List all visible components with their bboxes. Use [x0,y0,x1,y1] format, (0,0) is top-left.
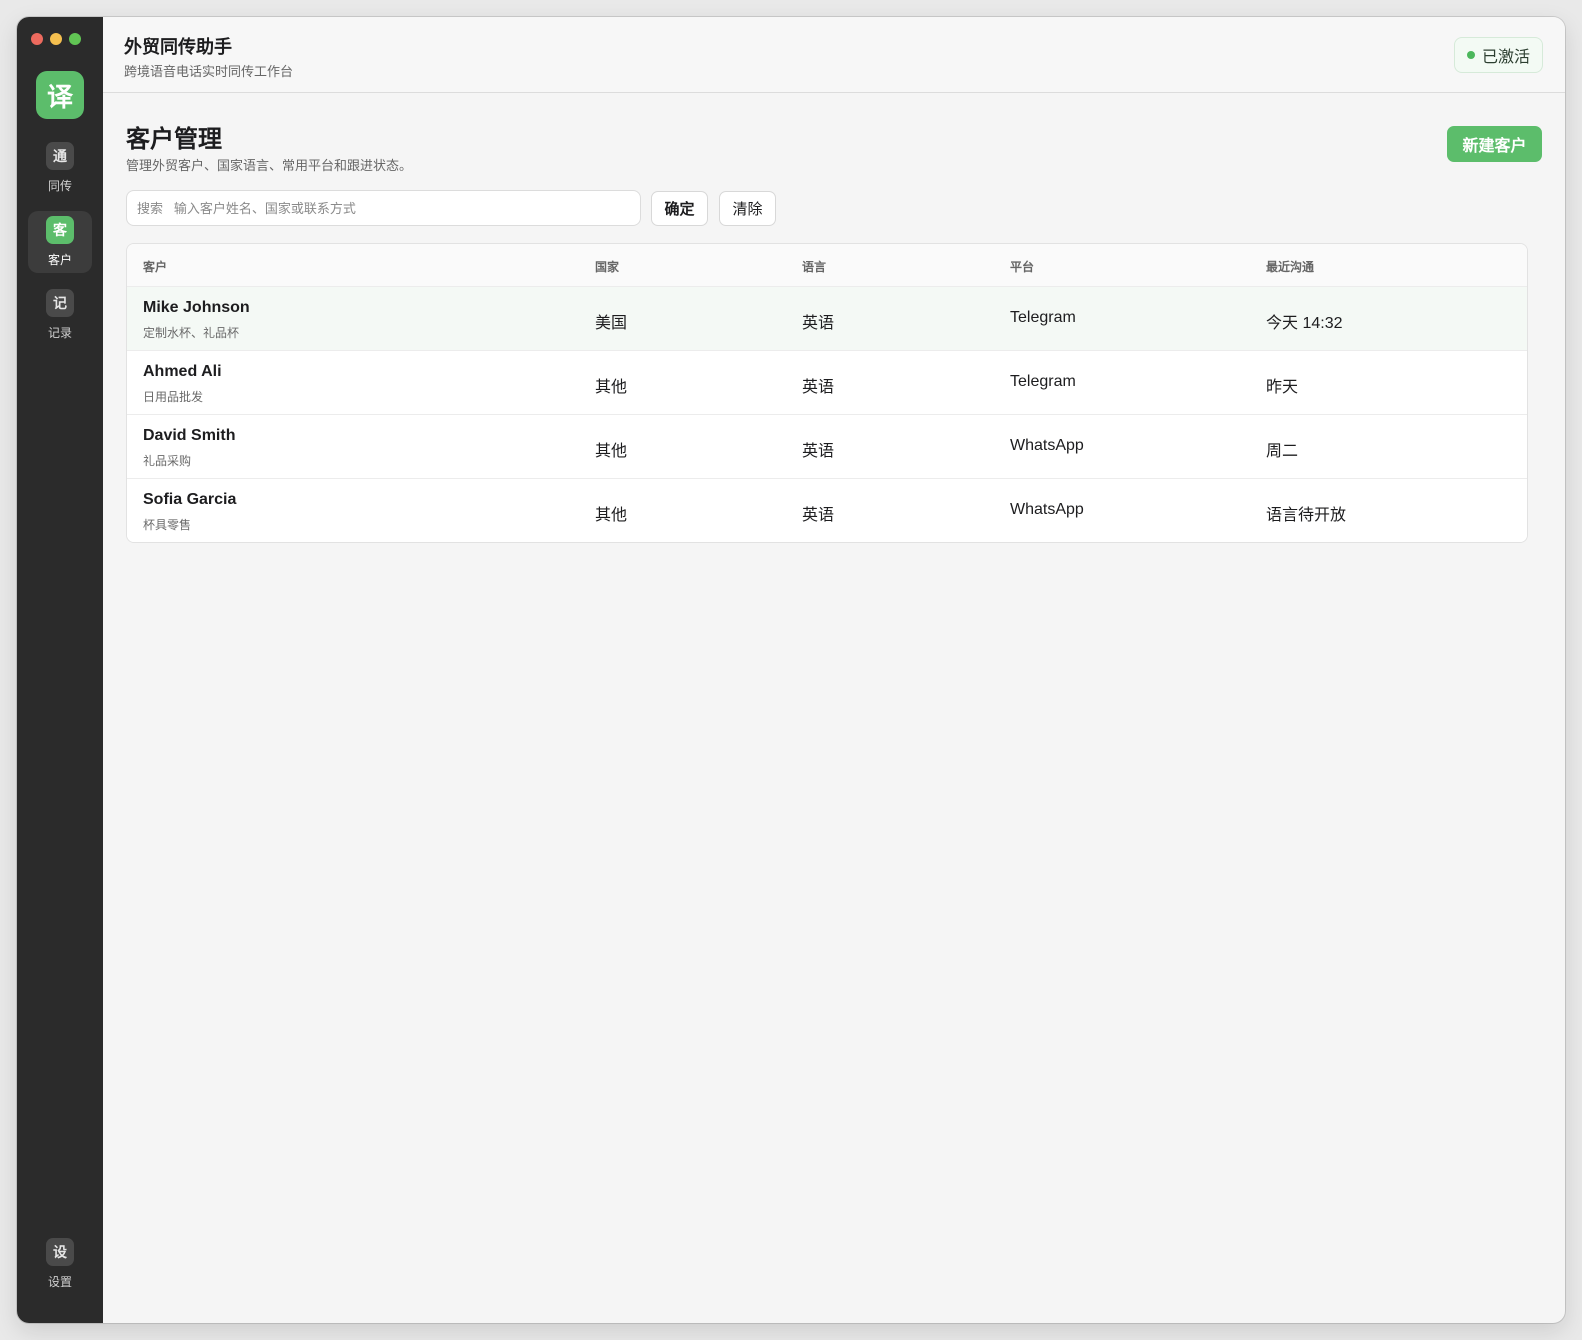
app-title: 外贸同传助手 [124,37,232,57]
customer-note: 礼品采购 [143,454,192,468]
column-header-platform[interactable]: 平台 [1010,258,1034,275]
customer-platform: Telegram [1010,309,1076,326]
customers-icon: 客 [46,216,74,244]
column-header-language[interactable]: 语言 [802,258,826,275]
header-bar: 外贸同传助手 跨境语音电话实时同传工作台 已激活 [103,17,1565,93]
customer-country: 其他 [595,379,628,396]
page-subtitle: 管理外贸客户、国家语言、常用平台和跟进状态。 [126,158,413,173]
customer-name: David Smith [143,427,236,444]
column-header-country[interactable]: 国家 [595,258,619,275]
customer-name: Sofia Garcia [143,491,237,508]
close-window-button[interactable] [31,33,43,45]
sidebar-item-interpret[interactable]: 通 同传 [28,137,92,199]
customer-country: 美国 [595,315,628,332]
column-header-last-contact[interactable]: 最近沟通 [1266,258,1314,275]
customer-language: 英语 [802,379,835,396]
customer-note: 杯具零售 [143,518,192,532]
table-row[interactable]: Mike Johnson 定制水杯、礼品杯 美国 英语 Telegram 今天 … [127,287,1527,351]
customer-language: 英语 [802,443,835,460]
status-text: 已激活 [1481,49,1530,66]
customer-platform: WhatsApp [1010,437,1084,454]
customer-note: 定制水杯、礼品杯 [143,326,240,340]
clear-button[interactable]: 清除 [719,191,776,226]
customer-platform: WhatsApp [1010,501,1084,518]
sidebar-item-records[interactable]: 记 记录 [28,284,92,346]
customer-language: 英语 [802,315,835,332]
sidebar: 译 通 同传 客 客户 记 记录 设 设置 [17,17,103,1323]
sidebar-item-label: 客户 [47,253,72,267]
minimize-window-button[interactable] [50,33,62,45]
customer-last-contact: 昨天 [1266,379,1299,396]
table-row[interactable]: David Smith 礼品采购 其他 英语 WhatsApp 周二 [127,415,1527,479]
app-window: 译 通 同传 客 客户 记 记录 设 设置 外贸同传助手 跨境语音电话实时同传工… [17,17,1565,1323]
customer-name: Mike Johnson [143,299,250,316]
confirm-button[interactable]: 确定 [651,191,708,226]
column-header-customer[interactable]: 客户 [143,258,167,275]
app-logo: 译 [36,71,84,119]
sidebar-item-customers[interactable]: 客 客户 [28,211,92,273]
settings-icon: 设 [46,1238,74,1266]
table-header: 客户 国家 语言 平台 最近沟通 [127,244,1527,287]
customer-country: 其他 [595,507,628,524]
customer-last-contact: 语言待开放 [1266,507,1347,524]
customer-table: 客户 国家 语言 平台 最近沟通 Mike Johnson 定制水杯、礼品杯 美… [126,243,1528,543]
main-content: 客户管理 管理外贸客户、国家语言、常用平台和跟进状态。 新建客户 确定 清除 客… [103,93,1565,1323]
status-badge: 已激活 [1453,37,1543,73]
interpret-icon: 通 [46,142,74,170]
new-customer-button[interactable]: 新建客户 [1447,126,1542,162]
customer-country: 其他 [595,443,628,460]
status-dot-icon [1466,51,1475,59]
table-row[interactable]: Sofia Garcia 杯具零售 其他 英语 WhatsApp 语言待开放 [127,479,1527,542]
sidebar-item-label: 同传 [47,179,72,193]
sidebar-item-label: 设置 [47,1275,72,1289]
customer-platform: Telegram [1010,373,1076,390]
maximize-window-button[interactable] [69,33,81,45]
app-subtitle: 跨境语音电话实时同传工作台 [124,64,294,79]
sidebar-item-label: 记录 [47,326,72,340]
customer-last-contact: 周二 [1266,443,1299,460]
customer-language: 英语 [802,507,835,524]
sidebar-item-settings[interactable]: 设 设置 [28,1233,92,1295]
table-row[interactable]: Ahmed Ali 日用品批发 其他 英语 Telegram 昨天 [127,351,1527,415]
records-icon: 记 [46,289,74,317]
customer-name: Ahmed Ali [143,363,222,380]
window-controls [31,33,81,45]
customer-last-contact: 今天 14:32 [1266,315,1343,332]
page-title: 客户管理 [126,126,222,153]
customer-note: 日用品批发 [143,390,204,404]
search-input[interactable] [126,190,641,226]
